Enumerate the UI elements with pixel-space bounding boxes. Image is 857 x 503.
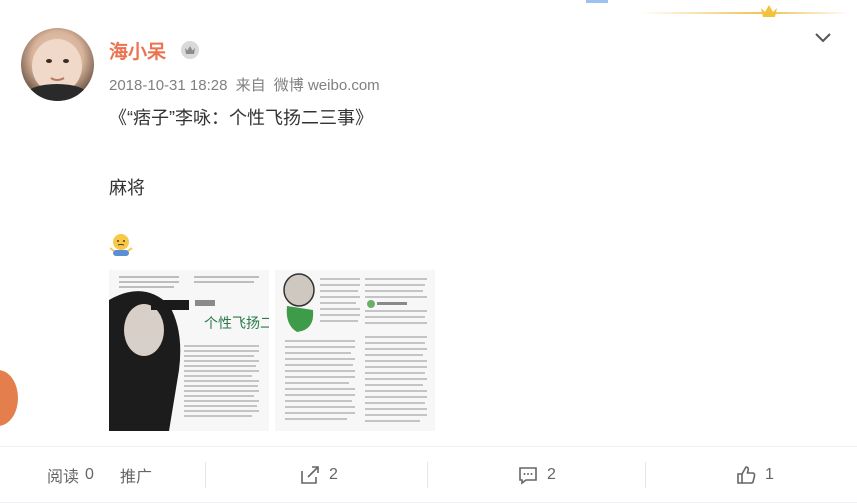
read-count: 阅读 0 [47, 447, 94, 503]
avatar[interactable] [21, 28, 94, 101]
floating-orange-button[interactable] [0, 370, 18, 426]
action-divider [427, 462, 428, 488]
post-image-scan[interactable]: 个性飞扬二三事 [109, 270, 435, 431]
forward-button[interactable]: 2 [299, 447, 338, 503]
magazine-left-illustration: 个性飞扬二三事 [109, 270, 269, 431]
comment-count: 2 [547, 466, 556, 483]
post-meta: 2018-10-31 18:28 来自 微博 weibo.com [109, 74, 384, 95]
chevron-down-icon[interactable] [813, 28, 833, 46]
svg-text:个性飞扬二三事: 个性飞扬二三事 [204, 316, 269, 332]
magazine-page-right [275, 270, 435, 431]
forward-icon [301, 466, 319, 484]
avatar-baby-illustration [27, 39, 87, 101]
crown-badge-icon[interactable] [180, 40, 200, 60]
post-body-text: 麻将 [109, 178, 145, 198]
action-divider [645, 462, 646, 488]
username[interactable]: 海小呆 [109, 37, 166, 64]
post-title-text: 《“痞子”李咏：个性飞扬二三事》 [109, 108, 373, 128]
post-time[interactable]: 2018-10-31 18:28 [109, 77, 227, 94]
comment-icon [519, 467, 537, 485]
magazine-right-illustration [275, 270, 435, 431]
post-action-bar: 阅读 0 推广 2 2 1 [0, 446, 857, 503]
read-label: 阅读 [47, 469, 80, 486]
like-button[interactable]: 1 [735, 447, 774, 503]
gold-crown-icon [761, 5, 777, 17]
decorative-gold-line [640, 12, 850, 14]
shrug-emoji-icon [109, 234, 133, 256]
thumbs-up-icon [737, 466, 756, 484]
magazine-page-left: 个性飞扬二三事 [109, 270, 269, 431]
comment-button[interactable]: 2 [517, 447, 556, 503]
top-accent-bar [586, 0, 608, 3]
promote-link[interactable]: 推广 [120, 447, 152, 503]
promote-label[interactable]: 推广 [120, 463, 152, 487]
forward-count: 2 [329, 466, 338, 483]
weibo-post-card: 海小呆 2018-10-31 18:28 来自 微博 weibo.com 《“痞… [0, 0, 857, 502]
post-source[interactable]: 微博 weibo.com [274, 77, 380, 94]
action-divider [205, 462, 206, 488]
from-label: 来自 [235, 77, 266, 94]
like-count: 1 [765, 466, 774, 483]
read-count-value: 0 [85, 466, 94, 483]
